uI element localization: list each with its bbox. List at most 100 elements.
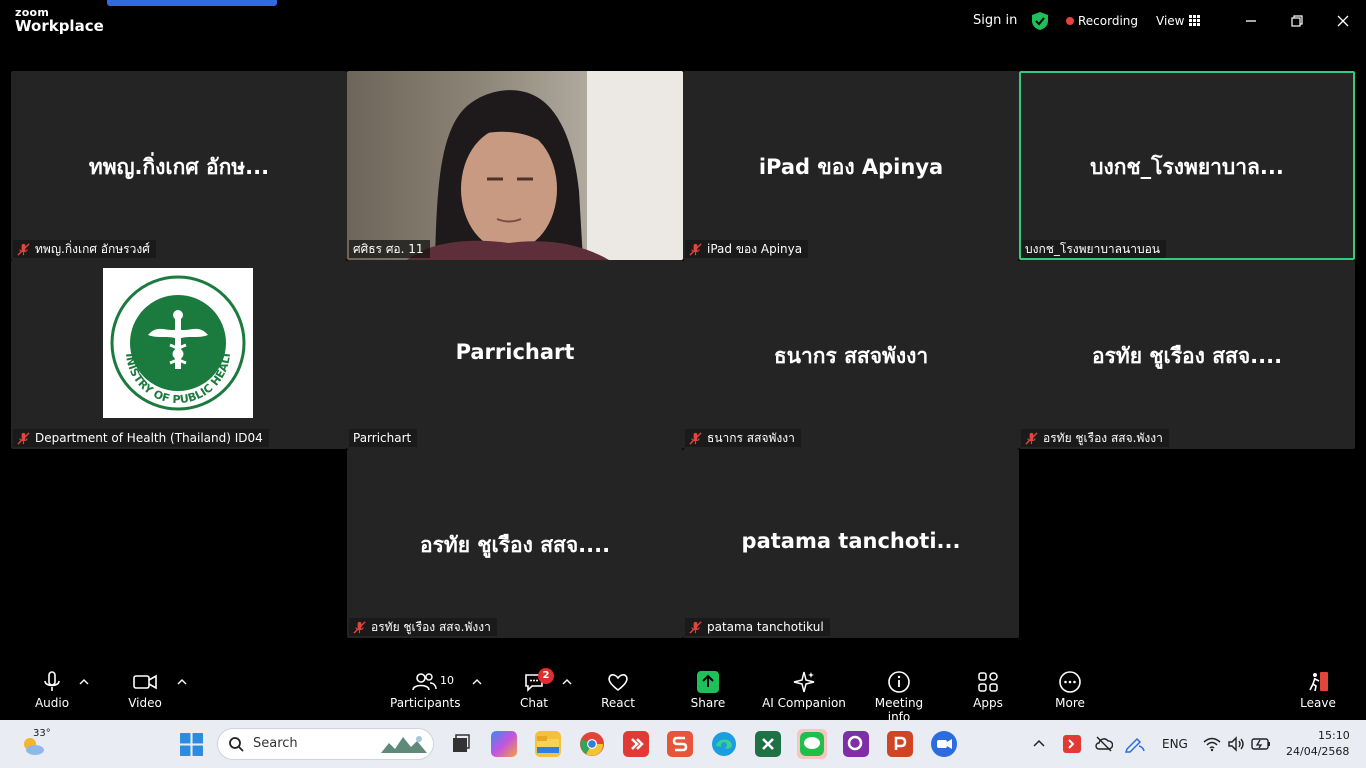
chevron-up-icon[interactable] <box>177 678 187 686</box>
participant-tile[interactable]: MINISTRY OF PUBLIC HEALTH Department of … <box>11 260 347 449</box>
window-tab-indicator <box>107 0 277 6</box>
zoom-logo: zoom Workplace <box>15 7 104 34</box>
chat-unread-badge: 2 <box>538 668 554 684</box>
powerpoint-icon[interactable] <box>887 731 913 757</box>
active-speaker-tile[interactable]: บงกช_โรงพยาบาล... บงกช_โรงพยาบาลนาบอน <box>1019 71 1355 260</box>
heart-icon <box>608 674 628 692</box>
cloud-offline-icon[interactable] <box>1095 735 1113 753</box>
react-label: React <box>601 696 635 710</box>
participant-name: บงกช_โรงพยาบาลนาบอน <box>1025 242 1160 256</box>
profile-picture: MINISTRY OF PUBLIC HEALTH <box>103 268 253 418</box>
wifi-icon[interactable] <box>1203 736 1221 752</box>
name-tag: patama tanchotikul <box>685 618 830 636</box>
meeting-info-button[interactable]: Meeting info <box>863 670 935 724</box>
pdf-app-icon[interactable] <box>843 731 869 757</box>
restore-icon[interactable] <box>1286 10 1308 32</box>
anydesk-tray-icon[interactable] <box>1063 735 1081 753</box>
ai-companion-label: AI Companion <box>762 696 846 710</box>
participants-icon <box>412 673 437 691</box>
mic-muted-icon <box>1025 431 1038 445</box>
zoom-app-icon[interactable] <box>931 731 957 757</box>
participant-name: iPad ของ Apinya <box>707 242 803 256</box>
participant-name: Department of Health (Thailand) ID04 <box>35 431 263 445</box>
weather-temperature: 33° <box>33 728 51 739</box>
participant-video-frame <box>407 71 683 260</box>
share-button[interactable]: Share <box>688 670 728 710</box>
slides-s-icon[interactable] <box>667 731 693 757</box>
line-app-icon-active[interactable] <box>797 729 827 759</box>
audio-button[interactable]: Audio <box>30 670 74 710</box>
search-placeholder: Search <box>253 736 298 751</box>
participant-tile[interactable]: patama tanchoti... patama tanchotikul <box>683 449 1019 638</box>
chrome-icon[interactable] <box>579 731 605 757</box>
sign-in-button[interactable]: Sign in <box>973 12 1017 30</box>
chevron-up-icon[interactable] <box>472 678 482 686</box>
chevron-up-icon[interactable] <box>1033 738 1045 748</box>
copilot-icon[interactable] <box>491 731 517 757</box>
task-view-icon[interactable] <box>448 731 474 757</box>
windows-start-icon[interactable] <box>179 732 204 757</box>
more-icon <box>1059 671 1081 693</box>
input-language[interactable]: ENG <box>1162 737 1188 751</box>
participant-tile[interactable]: อรทัย ชูเรือง สสจ.... อรทัย ชูเรือง สสจ.… <box>1019 260 1355 449</box>
clock-date[interactable]: 24/04/2568 <box>1286 745 1349 758</box>
battery-charging-icon[interactable] <box>1251 737 1271 751</box>
anydesk-icon[interactable] <box>623 731 649 757</box>
apps-icon <box>978 672 998 692</box>
participant-name: อรทัย ชูเรือง สสจ.พังงา <box>1043 431 1163 445</box>
participant-tile[interactable]: ทพญ.กิ่งเกศ อักษ... ทพญ.กิ่งเกศ อักษรวงศ… <box>11 71 347 260</box>
chevron-up-icon[interactable] <box>562 678 572 686</box>
meeting-toolbar: Audio Video Participants 10 Chat 2 React… <box>0 660 1366 724</box>
clock-time[interactable]: 15:10 <box>1318 729 1350 742</box>
video-button[interactable]: Video <box>122 670 168 710</box>
mic-muted-icon <box>689 431 702 445</box>
taskbar-search-box[interactable]: Search <box>217 728 434 760</box>
participant-tile[interactable]: อรทัย ชูเรือง สสจ.... อรทัย ชูเรือง สสจ.… <box>347 449 683 638</box>
mic-muted-icon <box>689 242 702 256</box>
minimize-icon[interactable] <box>1240 10 1262 32</box>
name-tag: อรทัย ชูเรือง สสจ.พังงา <box>349 618 497 636</box>
file-explorer-icon[interactable] <box>535 731 561 757</box>
apps-label: Apps <box>973 696 1003 710</box>
chevron-up-icon[interactable] <box>79 678 89 686</box>
ai-companion-button[interactable]: AI Companion <box>762 670 846 710</box>
more-button[interactable]: More <box>1050 670 1090 710</box>
share-screen-icon <box>697 671 719 693</box>
participant-display-name: ธนากร สสจพังงา <box>773 344 929 368</box>
mic-muted-icon <box>17 242 30 256</box>
close-icon[interactable] <box>1332 10 1354 32</box>
name-tag: ธนากร สสจพังงา <box>685 429 801 447</box>
participant-display-name: Parrichart <box>455 340 575 364</box>
participant-name: อรทัย ชูเรือง สสจ.พังงา <box>371 620 491 634</box>
name-tag: บงกช_โรงพยาบาลนาบอน <box>1021 240 1166 258</box>
sparkle-icon <box>793 671 815 693</box>
share-label: Share <box>690 696 726 710</box>
name-tag: iPad ของ Apinya <box>685 240 809 258</box>
recording-dot-icon <box>1066 17 1074 25</box>
search-icon <box>229 737 244 752</box>
participant-tile[interactable]: Parrichart Parrichart <box>347 260 683 449</box>
participant-tile[interactable]: ธนากร สสจพังงา ธนากร สสจพังงา <box>683 260 1019 449</box>
participant-tile[interactable]: iPad ของ Apinya iPad ของ Apinya <box>683 71 1019 260</box>
apps-button[interactable]: Apps <box>968 670 1008 710</box>
participant-video-tile[interactable]: ศศิธร ศอ. 11 <box>347 71 683 260</box>
react-button[interactable]: React <box>598 670 638 710</box>
recording-label[interactable]: Recording <box>1078 12 1138 30</box>
participant-display-name: บงกช_โรงพยาบาล... <box>1090 155 1284 179</box>
name-tag: Parrichart <box>349 429 418 447</box>
participant-name: patama tanchotikul <box>707 620 824 634</box>
pen-input-icon[interactable] <box>1125 735 1145 753</box>
shield-check-icon[interactable] <box>1031 11 1049 31</box>
leave-label: Leave <box>1300 696 1336 710</box>
grid-icon[interactable] <box>1189 15 1200 26</box>
participant-name: ธนากร สสจพังงา <box>707 431 795 445</box>
info-icon <box>888 671 910 693</box>
volume-icon[interactable] <box>1227 736 1245 752</box>
edge-icon[interactable] <box>711 731 737 757</box>
excel-icon[interactable] <box>755 731 781 757</box>
audio-label: Audio <box>34 696 70 710</box>
leave-button[interactable]: Leave <box>1298 670 1338 710</box>
view-button[interactable]: View <box>1156 12 1184 30</box>
name-tag: Department of Health (Thailand) ID04 <box>13 429 269 447</box>
participants-count: 10 <box>440 674 454 687</box>
